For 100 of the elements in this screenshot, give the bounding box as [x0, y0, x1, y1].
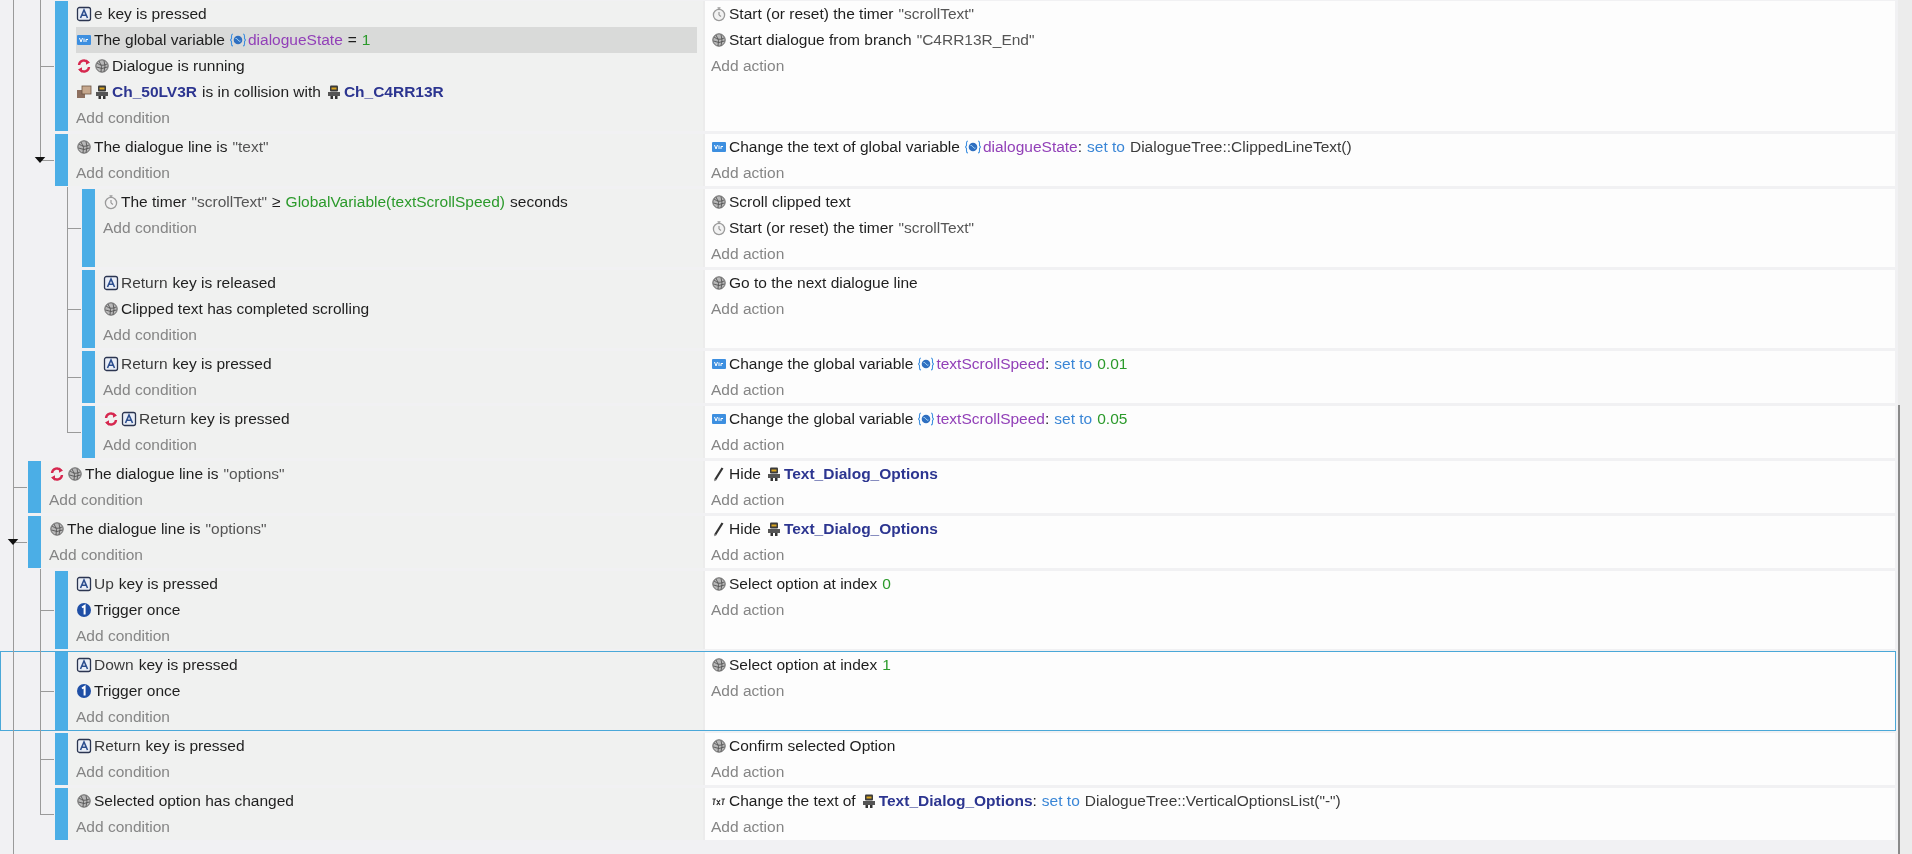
condition-line[interactable]: The dialogue line is "text" — [76, 134, 697, 160]
variable-name: textScrollSpeed — [936, 355, 1045, 373]
event-row[interactable]: The dialogue line is "options" Add condition Hide Text_Dialog_Options Add action — [0, 515, 1896, 569]
statement-text: Start (or reset) the timer — [729, 219, 894, 237]
add-action-link[interactable]: Add action — [711, 546, 785, 564]
statement-text: Select option at index — [729, 575, 878, 593]
add-action-link[interactable]: Add action — [711, 300, 785, 318]
number-value: 0 — [882, 575, 891, 593]
event-handle[interactable] — [55, 571, 68, 649]
sprite-icon — [94, 84, 110, 100]
statement-text: key is pressed — [190, 410, 290, 428]
string-value: "text" — [232, 138, 269, 156]
condition-line[interactable]: The dialogue line is "options" — [49, 516, 697, 542]
add-action-link[interactable]: Add action — [711, 818, 785, 836]
string-value: "scrollText" — [191, 193, 268, 211]
yarn-ball-icon — [76, 793, 92, 809]
event-handle[interactable] — [82, 270, 95, 348]
add-action-link[interactable]: Add action — [711, 57, 785, 75]
condition-line[interactable]: Trigger once — [76, 597, 697, 623]
event-row[interactable]: Return key is pressed Add condition Change the global variable textScrollSpeed: set to 0.01 Add action — [0, 350, 1896, 404]
add-action-link[interactable]: Add action — [711, 436, 785, 454]
event-handle[interactable] — [55, 788, 68, 840]
condition-line[interactable]: The dialogue line is "options" — [49, 461, 697, 487]
condition-line[interactable]: Return key is pressed — [76, 733, 697, 759]
condition-line[interactable]: Dialogue is running — [76, 53, 697, 79]
event-handle[interactable] — [55, 652, 68, 730]
yarn-ball-icon — [711, 194, 727, 210]
statement-text: Scroll clipped text — [729, 193, 851, 211]
event-handle[interactable] — [55, 733, 68, 785]
event-row[interactable]: Return key is released Clipped text has completed scrolling Add condition Go to the next dialogue line Add action — [0, 269, 1896, 349]
yarn-ball-icon — [49, 521, 65, 537]
statement-text: The dialogue line is — [67, 520, 201, 538]
statement-text: Start dialogue from branch — [729, 31, 912, 49]
statement-text: The dialogue line is — [94, 138, 228, 156]
add-action-link[interactable]: Add action — [711, 245, 785, 263]
variable-icon — [711, 139, 727, 155]
event-handle[interactable] — [82, 189, 95, 267]
statement-text: key is pressed — [107, 5, 207, 23]
stopwatch-icon — [711, 220, 727, 236]
event-handle[interactable] — [82, 351, 95, 403]
event-handle[interactable] — [28, 516, 41, 568]
condition-line[interactable]: Return key is released — [103, 270, 697, 296]
trigger-once-icon — [76, 683, 92, 699]
statement-text: Change the global variable — [729, 355, 914, 373]
global-variable-icon — [918, 356, 935, 372]
statement-text: key is released — [172, 274, 276, 292]
add-action-link[interactable]: Add action — [711, 491, 785, 509]
event-handle[interactable] — [28, 461, 41, 513]
add-action-link[interactable]: Add action — [711, 682, 785, 700]
statement-text: Select option at index — [729, 656, 878, 674]
statement-text: ≥ — [272, 193, 281, 211]
punctuation-text: : — [1077, 138, 1083, 156]
parameter-text: Return — [94, 737, 141, 755]
condition-line[interactable]: Trigger once — [76, 678, 697, 704]
condition-line[interactable]: Clipped text has completed scrolling — [103, 296, 697, 322]
statement-text: seconds — [510, 193, 568, 211]
yarn-ball-icon — [711, 576, 727, 592]
condition-line[interactable]: e key is pressed — [76, 1, 697, 27]
condition-line[interactable]: The timer "scrollText" ≥ GlobalVariable(textScrollSpeed) seconds — [103, 189, 697, 215]
parameter-text: Down — [94, 656, 134, 674]
punctuation-text: : — [1032, 792, 1037, 810]
event-handle[interactable] — [82, 406, 95, 458]
event-row[interactable]: Down key is pressed Trigger once Add condition Select option at index 1 Add action — [0, 651, 1896, 731]
keyboard-icon — [103, 275, 119, 291]
number-value: GlobalVariable(textScrollSpeed) — [285, 193, 505, 211]
add-action-link[interactable]: Add action — [711, 763, 785, 781]
variable-icon — [76, 32, 92, 48]
add-action-link[interactable]: Add action — [711, 381, 785, 399]
yarn-ball-icon — [711, 32, 727, 48]
condition-line[interactable]: Return key is pressed — [103, 351, 697, 377]
event-row[interactable]: The timer "scrollText" ≥ GlobalVariable(textScrollSpeed) seconds Add condition Scroll clipped text Start (or reset) the timer "scrollText" Add action — [0, 188, 1896, 268]
string-value: "options" — [223, 465, 285, 483]
statement-text: Change the text of — [729, 792, 856, 810]
add-action-link[interactable]: Add action — [711, 601, 785, 619]
condition-line[interactable]: Down key is pressed — [76, 652, 697, 678]
event-handle[interactable] — [55, 134, 68, 186]
scrollbar[interactable] — [1898, 0, 1912, 854]
event-row[interactable]: The dialogue line is "options" Add condition Hide Text_Dialog_Options Add action — [0, 460, 1896, 514]
add-action-link[interactable]: Add action — [711, 164, 785, 182]
event-row[interactable]: Selected option has changed Add condition Change the text of Text_Dialog_Options: set to DialogueTree::VerticalOptionsList("-") Add action — [0, 787, 1896, 841]
sprite-icon — [325, 84, 342, 100]
event-row[interactable]: Return key is pressed Add condition Confirm selected Option Add action — [0, 732, 1896, 786]
condition-line[interactable]: Return key is pressed — [103, 406, 697, 432]
string-value: "C4RR13R_End" — [916, 31, 1035, 49]
parameter-text: e — [94, 5, 103, 23]
condition-line[interactable]: Up key is pressed — [76, 571, 697, 597]
stopwatch-icon — [103, 194, 119, 210]
statement-text: = — [347, 31, 357, 49]
yarn-ball-icon — [67, 466, 83, 482]
keyboard-icon — [103, 356, 119, 372]
statement-text: key is pressed — [145, 737, 245, 755]
yarn-ball-icon — [711, 657, 727, 673]
event-row[interactable]: Up key is pressed Trigger once Add condition Select option at index 0 Add action — [0, 570, 1896, 650]
object-name: Ch_C4RR13R — [343, 83, 444, 101]
condition-line[interactable]: Selected option has changed — [76, 788, 697, 814]
string-value: "scrollText" — [898, 219, 975, 237]
event-row[interactable]: The dialogue line is "text" Add condition Change the text of global variable dialogueState: set to DialogueTree::ClippedLineText() Add action — [0, 133, 1896, 187]
event-row[interactable]: Return key is pressed Add condition Change the global variable textScrollSpeed: set to 0.05 Add action — [0, 405, 1896, 459]
condition-line[interactable]: Ch_50LV3R is in collision with Ch_C4RR13R — [76, 79, 697, 105]
event-handle[interactable] — [55, 1, 68, 131]
